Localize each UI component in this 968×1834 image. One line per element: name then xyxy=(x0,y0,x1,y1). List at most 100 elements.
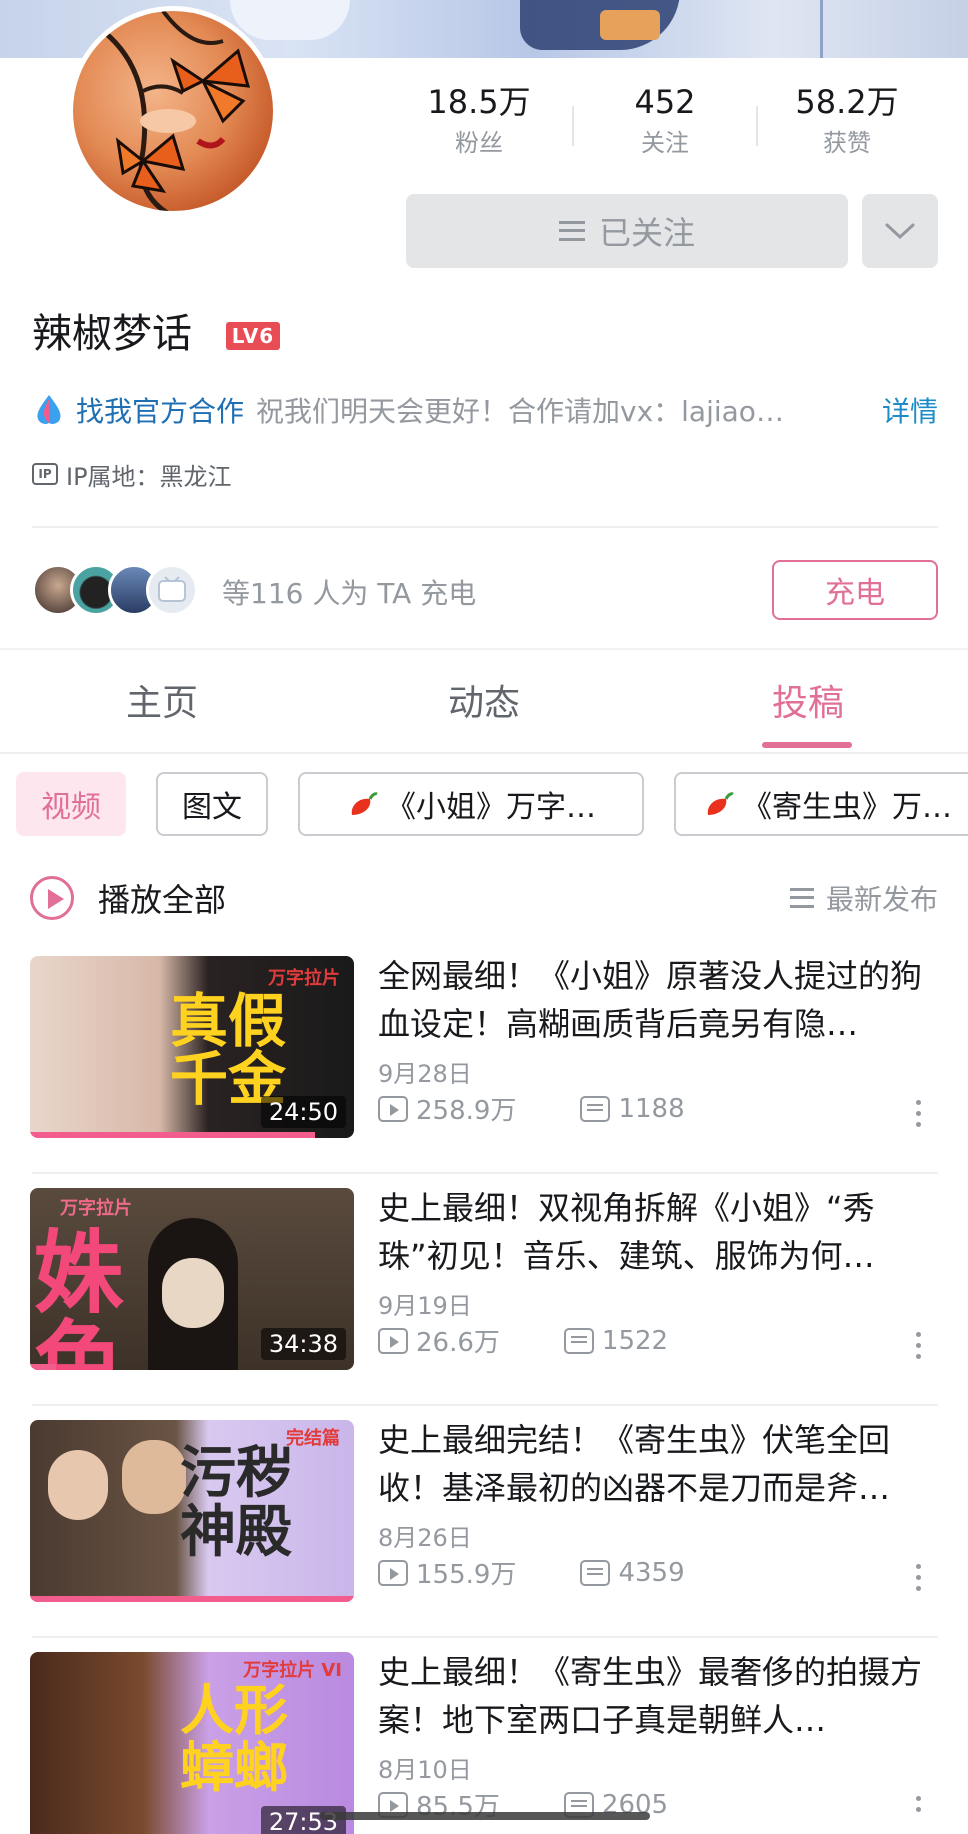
watch-progress-bar xyxy=(30,1596,354,1602)
supporter-avatar[interactable] xyxy=(146,564,198,616)
charge-count-text: 等116 人为 TA 充电 xyxy=(222,577,477,610)
chevron-down-icon xyxy=(885,223,915,240)
video-title[interactable]: 史上最细！《寄生虫》最奢侈的拍摄方案！地下室两口子真是朝鲜人… xyxy=(378,1648,938,1744)
stat-divider xyxy=(756,106,758,146)
video-date: 9月19日 xyxy=(378,1292,472,1320)
content-filter-chips: 视频 图文 《小姐》万字… 《寄生虫》万… xyxy=(0,772,968,838)
sort-icon xyxy=(789,888,814,908)
tab-dynamics[interactable]: 动态 xyxy=(384,674,584,726)
following-count: 452 xyxy=(634,83,696,121)
video-stats: 258.9万 1188 xyxy=(378,1090,685,1127)
username: 辣椒梦话 xyxy=(32,311,192,357)
followers-label: 粉丝 xyxy=(455,129,503,157)
video-item[interactable]: 完结篇 污秽神殿 史上最细完结！《寄生虫》伏笔全回收！基泽最初的凶器不是刀而是斧… xyxy=(0,1406,968,1638)
danmaku-count: 4359 xyxy=(618,1557,685,1588)
section-divider xyxy=(0,648,968,650)
likes-stat: 58.2万 获赞 xyxy=(772,82,922,160)
following-label: 关注 xyxy=(641,129,689,157)
cooperation-row: 找我官方合作 祝我们明天会更好！合作请加vx：lajiao… 详情 xyxy=(32,388,938,432)
video-thumbnail[interactable]: 完结篇 污秽神殿 xyxy=(30,1420,354,1602)
tabs-divider xyxy=(0,752,968,754)
video-duration: 34:38 xyxy=(260,1328,346,1360)
charge-row: 等116 人为 TA 充电 充电 xyxy=(32,560,938,620)
chip-articles[interactable]: 图文 xyxy=(156,772,268,836)
view-count: 258.9万 xyxy=(416,1096,517,1126)
likes-count: 58.2万 xyxy=(795,83,899,121)
tab-uploads[interactable]: 投稿 xyxy=(708,674,908,726)
chip-label: 《寄生虫》万… xyxy=(742,790,952,825)
tab-home[interactable]: 主页 xyxy=(62,674,262,726)
watch-progress-bar xyxy=(30,1132,316,1138)
home-indicator[interactable] xyxy=(320,1812,650,1820)
more-vertical-icon[interactable] xyxy=(916,1100,922,1130)
followers-stat[interactable]: 18.5万 粉丝 xyxy=(404,82,554,160)
video-item[interactable]: 万字拉片 真假千金 24:50 全网最细！《小姐》原著没人提过的狗血设定！高糊画… xyxy=(0,942,968,1174)
butterfly-avatar-image xyxy=(101,11,251,211)
tv-mascot-icon xyxy=(158,576,186,602)
profile-page: 18.5万 粉丝 452 关注 58.2万 获赞 已关注 辣椒梦话 LV6 找我… xyxy=(0,0,968,1834)
danmaku-icon xyxy=(580,1095,611,1122)
following-stat[interactable]: 452 关注 xyxy=(590,82,740,160)
official-cooperation-link[interactable]: 找我官方合作 xyxy=(76,390,244,430)
chip-collection-parasite[interactable]: 《寄生虫》万… xyxy=(674,772,968,836)
video-title[interactable]: 史上最细！双视角拆解《小姐》“秀珠”初见！音乐、建筑、服饰为何… xyxy=(378,1184,938,1280)
video-duration: 24:50 xyxy=(260,1096,346,1128)
video-item[interactable]: 万字拉片 VI 人形蟑螂 27:53 史上最细！《寄生虫》最奢侈的拍摄方案！地下… xyxy=(0,1638,968,1834)
likes-label: 获赞 xyxy=(823,129,871,157)
thumbnail-tag: 万字拉片 xyxy=(60,1198,132,1219)
chili-pepper-icon xyxy=(707,792,734,815)
danmaku-count: 1522 xyxy=(601,1325,669,1356)
sort-button[interactable]: 最新发布 xyxy=(789,878,938,918)
video-date: 8月10日 xyxy=(378,1756,472,1784)
divider xyxy=(32,526,938,528)
chili-pepper-icon xyxy=(351,792,378,815)
thumbnail-title-text: 污秽神殿 xyxy=(180,1440,292,1565)
video-date: 8月26日 xyxy=(378,1524,472,1552)
followed-button[interactable]: 已关注 xyxy=(406,194,848,268)
thumbnail-face xyxy=(122,1440,186,1514)
thumbnail-title-text: 真假千金 xyxy=(170,987,287,1113)
details-link[interactable]: 详情 xyxy=(882,390,938,430)
watch-progress-bar xyxy=(30,1364,56,1370)
view-count: 155.9万 xyxy=(416,1560,517,1590)
ip-icon: IP xyxy=(32,463,58,485)
play-count-icon xyxy=(378,1327,408,1354)
play-all-label: 播放全部 xyxy=(98,881,227,919)
danmaku-icon xyxy=(580,1559,611,1586)
video-thumbnail[interactable]: 万字拉片 姝色 34:38 xyxy=(30,1188,354,1370)
charge-button[interactable]: 充电 xyxy=(772,560,938,620)
chip-collection-handmaiden[interactable]: 《小姐》万字… xyxy=(298,772,644,836)
video-stats: 155.9万 4359 xyxy=(378,1554,685,1591)
video-thumbnail[interactable]: 万字拉片 真假千金 24:50 xyxy=(30,956,354,1138)
level-badge: LV6 xyxy=(226,322,280,350)
more-options-button[interactable] xyxy=(862,194,938,268)
video-item[interactable]: 万字拉片 姝色 34:38 史上最细！双视角拆解《小姐》“秀珠”初见！音乐、建筑… xyxy=(0,1174,968,1406)
ip-location: IP IP属地：黑龙江 xyxy=(32,456,232,492)
stat-divider xyxy=(572,106,574,146)
ip-location-text: IP属地：黑龙江 xyxy=(66,462,232,491)
thumbnail-face xyxy=(48,1450,108,1520)
avatar[interactable] xyxy=(68,6,278,216)
video-title[interactable]: 全网最细！《小姐》原著没人提过的狗血设定！高糊画质背后竟另有隐… xyxy=(378,952,938,1048)
more-vertical-icon[interactable] xyxy=(916,1796,922,1826)
video-date: 9月28日 xyxy=(378,1060,472,1088)
play-circle-icon xyxy=(30,876,74,920)
danmaku-count: 1188 xyxy=(618,1093,685,1124)
more-vertical-icon[interactable] xyxy=(916,1564,922,1594)
chip-videos[interactable]: 视频 xyxy=(16,772,126,836)
video-title[interactable]: 史上最细完结！《寄生虫》伏笔全回收！基泽最初的凶器不是刀而是斧… xyxy=(378,1416,938,1512)
chip-label: 《小姐》万字… xyxy=(386,790,596,825)
video-thumbnail[interactable]: 万字拉片 VI 人形蟑螂 27:53 xyxy=(30,1652,354,1834)
bio-text: 祝我们明天会更好！合作请加vx：lajiao… xyxy=(256,395,784,428)
video-stats: 26.6万 1522 xyxy=(378,1322,668,1359)
play-count-icon xyxy=(378,1559,408,1586)
play-all-button[interactable]: 播放全部 xyxy=(30,872,226,924)
view-count: 26.6万 xyxy=(416,1328,500,1358)
active-tab-indicator xyxy=(762,742,852,748)
thumbnail-title-text: 人形蟑螂 xyxy=(180,1678,288,1799)
more-vertical-icon[interactable] xyxy=(916,1332,922,1362)
cooperation-logo-icon xyxy=(37,395,61,424)
video-duration: 27:53 xyxy=(260,1806,346,1834)
menu-icon xyxy=(558,221,585,241)
danmaku-icon xyxy=(563,1327,594,1354)
